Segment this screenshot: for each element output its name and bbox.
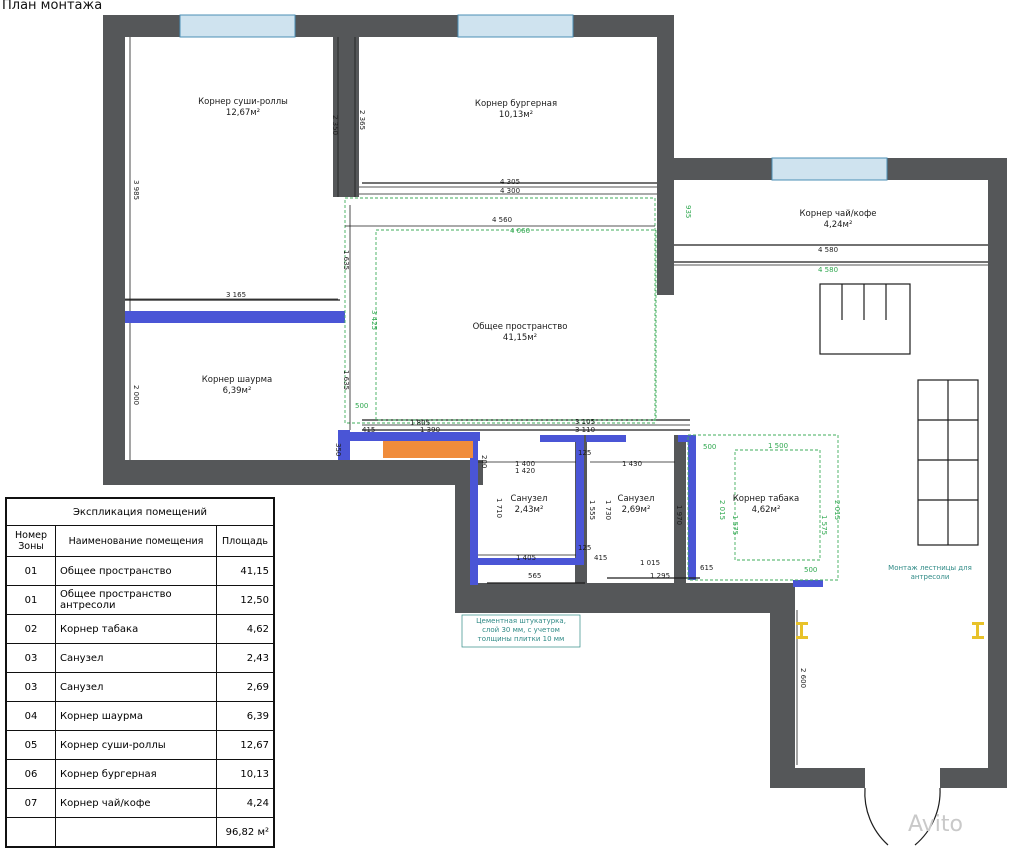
avito-watermark: Avito (908, 812, 963, 837)
note-plaster-1: Цементная штукатурка, (476, 617, 566, 625)
dim-125-b: 125 (578, 544, 591, 552)
dim-2350: 2 350 (331, 115, 339, 135)
room-shawarma-area: 6,39м² (223, 386, 252, 396)
dim-1015: 1 015 (640, 559, 660, 567)
dim-3105: 3 105 (575, 418, 595, 426)
dim-4060: 4 060 (510, 227, 530, 235)
dim-4300: 4 300 (500, 187, 520, 195)
room-common-name: Общее пространство (473, 322, 568, 332)
dim-4580-b: 4 580 (818, 266, 838, 274)
dim-3425: 3 425 (370, 310, 378, 330)
room-common-area: 41,15м² (503, 333, 537, 343)
dim-3165: 3 165 (226, 291, 246, 299)
dim-565: 565 (528, 572, 541, 580)
dim-4560: 4 560 (492, 216, 512, 224)
dim-1430: 1 430 (622, 460, 642, 468)
dim-1575-b: 1 575 (820, 515, 828, 535)
dim-1710: 1 710 (495, 498, 503, 518)
dim-1405: 1 405 (516, 554, 536, 562)
dim-1295: 1 295 (650, 572, 670, 580)
dim-1390: 1 390 (420, 426, 440, 434)
dim-500-a: 500 (703, 443, 716, 451)
dim-2015-a: 2 015 (718, 500, 726, 520)
dim-935: 935 (684, 205, 692, 218)
room-tea-name: Корнер чай/кофе (800, 209, 877, 219)
dim-415-a: 415 (362, 426, 375, 434)
dim-2600: 2 600 (799, 668, 807, 688)
table-row: 03 Санузел 2,69 (6, 672, 274, 702)
legend-header-name: Наименование помещения (55, 525, 217, 557)
dim-200: 200 (480, 455, 488, 468)
dim-1635-a: 1 635 (342, 250, 350, 270)
dim-1730: 1 730 (604, 500, 612, 520)
dim-1635-b: 1 635 (342, 370, 350, 390)
note-plaster-2: слой 30 мм, с учетом (482, 626, 560, 634)
dim-2015-b: 2 015 (833, 500, 841, 520)
dim-125-a: 125 (578, 449, 591, 457)
legend-header-area: Площадь (216, 525, 274, 557)
dim-3985: 3 985 (132, 180, 140, 200)
table-row: 01 Общее пространство 41,15 (6, 556, 274, 586)
table-row: 05 Корнер суши-роллы 12,67 (6, 730, 274, 760)
dim-500-b: 500 (355, 402, 368, 410)
room-wc2-name: Санузел (618, 494, 655, 504)
dim-1970: 1 970 (675, 505, 683, 525)
room-wc1-area: 2,43м² (515, 505, 544, 515)
dim-500-c: 500 (804, 566, 817, 574)
room-tobacco-area: 4,62м² (752, 505, 781, 515)
note-plaster-3: толщины плитки 10 мм (478, 635, 565, 643)
dim-415-b: 415 (594, 554, 607, 562)
table-row: 02 Корнер табака 4,62 (6, 614, 274, 644)
room-tea-area: 4,24м² (824, 220, 853, 230)
room-sushi-name: Корнер суши-роллы (198, 97, 288, 107)
table-row: 03 Санузел 2,43 (6, 643, 274, 673)
note-stairs-1: Монтаж лестницы для (888, 564, 972, 572)
room-burger-area: 10,13м² (499, 110, 533, 120)
room-wc1-name: Санузел (511, 494, 548, 504)
legend-header-num: Номер Зоны (6, 525, 56, 557)
table-row: 04 Корнер шаурма 6,39 (6, 701, 274, 731)
legend-caption: Экспликация помещений (6, 498, 274, 526)
room-sushi-area: 12,67м² (226, 108, 260, 118)
dim-1420: 1 420 (515, 467, 535, 475)
legend-total: 96,82 м² (216, 817, 274, 847)
dim-1575-a: 1 575 (731, 515, 739, 535)
room-explication-table: Экспликация помещений Номер Зоны Наимено… (5, 497, 275, 848)
dim-615: 615 (700, 564, 713, 572)
table-row: 06 Корнер бургерная 10,13 (6, 759, 274, 789)
dim-2000: 2 000 (132, 385, 140, 405)
room-wc2-area: 2,69м² (622, 505, 651, 515)
dim-3110: 3 110 (575, 426, 595, 434)
table-row: 01 Общее пространство антресоли 12,50 (6, 585, 274, 615)
dim-1500: 1 500 (768, 442, 788, 450)
dim-2365: 2 365 (358, 110, 366, 130)
dim-4580-a: 4 580 (818, 246, 838, 254)
dim-350: 350 (334, 443, 342, 456)
room-burger-name: Корнер бургерная (475, 99, 557, 109)
markers (796, 622, 984, 639)
room-tobacco-name: Корнер табака (733, 494, 799, 504)
table-row: 07 Корнер чай/кофе 4,24 (6, 788, 274, 818)
dim-1555: 1 555 (588, 500, 596, 520)
legend-total-row: 96,82 м² (6, 817, 274, 847)
green-outlines (344, 197, 839, 581)
room-shawarma-name: Корнер шаурма (202, 375, 273, 385)
note-stairs-2: антресоли (911, 573, 950, 581)
dim-4305: 4 305 (500, 178, 520, 186)
